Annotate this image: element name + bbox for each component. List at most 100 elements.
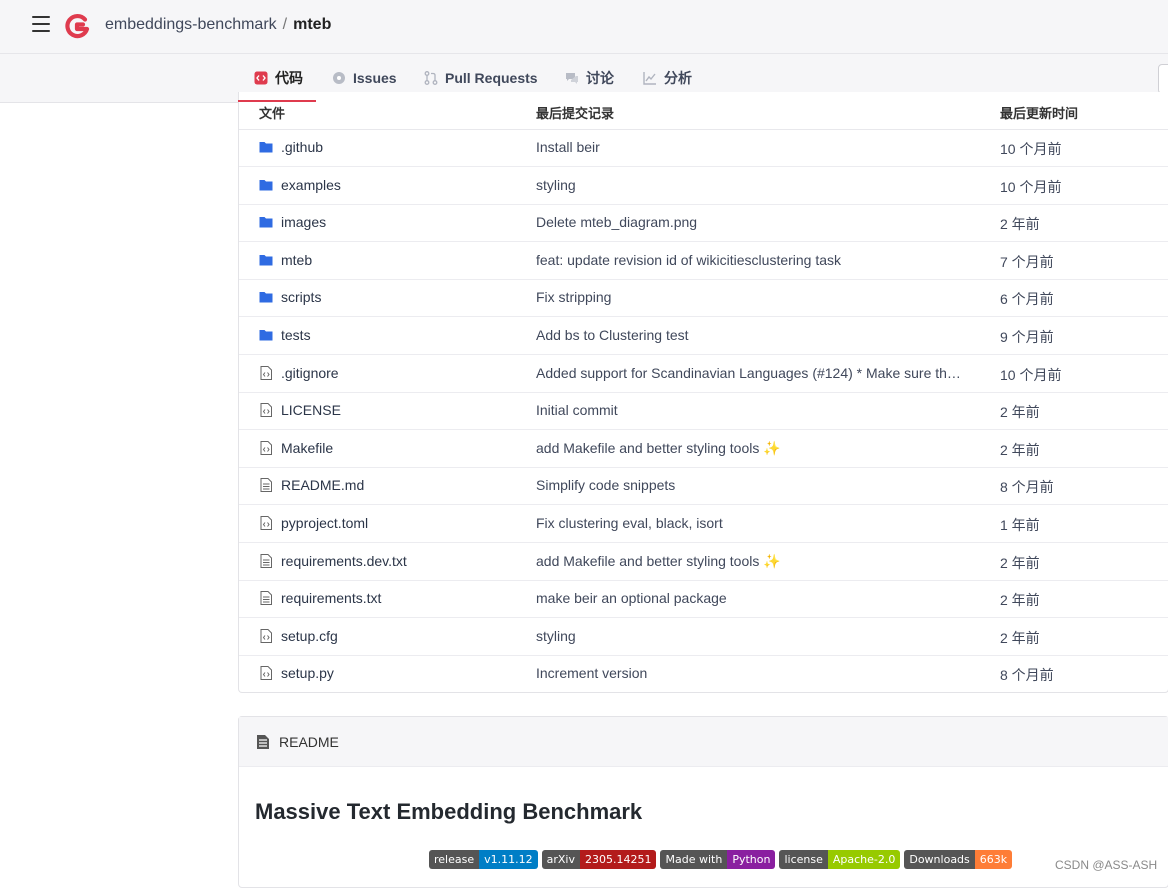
commit-message-link[interactable]: Install beir [536,139,600,155]
pull-request-icon [424,71,438,85]
commit-message-link[interactable]: Added support for Scandinavian Languages… [536,365,961,381]
updated-time: 2 年前 [1000,592,1040,609]
file-name-link[interactable]: mteb [259,252,312,268]
file-name-link[interactable]: .gitignore [259,365,339,381]
updated-time: 10 个月前 [1000,141,1062,157]
commit-message-link[interactable]: styling [536,628,576,644]
chart-icon [643,72,656,85]
updated-time: 8 个月前 [1000,667,1054,684]
file-name-link[interactable]: images [259,214,326,230]
folder-icon [259,140,273,154]
file-name-link[interactable]: README.md [259,477,364,493]
file-name-link[interactable]: Makefile [259,440,333,456]
folder-icon [259,178,273,192]
table-row[interactable]: scripts Fix stripping 6 个月前 [239,279,1168,318]
text-file-icon [259,478,273,493]
commit-message-link[interactable]: Increment version [536,665,647,681]
table-row[interactable]: pyproject.toml Fix clustering eval, black… [239,505,1168,543]
file-name: images [281,214,327,231]
tab-discussions-label: 讨论 [586,70,614,86]
file-name-link[interactable]: scripts [259,289,321,305]
table-row[interactable]: examples styling 10 个月前 [239,167,1168,205]
file-name: setup.py [281,665,334,682]
commit-message-link[interactable]: Initial commit [536,402,618,418]
top-header: embeddings-benchmark / mteb [0,0,1168,54]
file-name-link[interactable]: examples [259,177,341,193]
table-row[interactable]: README.md Simplify code snippets 8 个月前 [239,467,1168,506]
code-file-icon [259,666,273,681]
readme-badge[interactable]: arXiv 2305.14251 [541,850,657,869]
readme-badge[interactable]: release v1.11.12 [429,850,538,869]
commit-message-link[interactable]: Fix stripping [536,289,611,305]
readme-badge[interactable]: Downloads 663k [904,850,1013,869]
badge-value: 2305.14251 [580,850,657,869]
badge-value: Apache-2.0 [827,850,901,869]
readme-badge[interactable]: Made with Python [660,850,776,869]
file-name-link[interactable]: pyproject.toml [259,515,368,531]
file-name-link[interactable]: requirements.dev.txt [259,553,407,569]
readme-label: README [279,734,339,750]
commit-message-link[interactable]: add Makefile and better styling tools ✨ [536,553,781,570]
book-icon [257,735,269,749]
file-table: 文件 最后提交记录 最后更新时间 .github Install beir 10 个… [238,92,1168,693]
folder-icon [259,290,273,304]
code-file-icon [259,440,273,455]
menu-icon[interactable] [32,16,50,34]
breadcrumb-repo[interactable]: mteb [293,16,331,33]
commit-message-link[interactable]: Fix clustering eval, black, isort [536,515,723,531]
table-row[interactable]: mteb feat: update revision id of wikiciti… [239,242,1168,280]
table-row[interactable]: Makefile add Makefile and better styling … [239,430,1168,468]
badge-label: license [779,850,828,869]
commit-message-link[interactable]: feat: update revision id of wikicitiescl… [536,252,841,268]
table-row[interactable]: .github Install beir 10 个月前 [239,129,1168,167]
tab-issues-label: Issues [353,70,397,86]
code-file-icon [259,628,273,643]
folder-icon [259,253,273,267]
table-row[interactable]: setup.py Increment version 8 个月前 [239,655,1168,692]
breadcrumb-owner[interactable]: embeddings-benchmark [105,16,277,33]
file-name-link[interactable]: requirements.txt [259,590,381,606]
commit-message-link[interactable]: styling [536,177,576,193]
table-row[interactable]: requirements.dev.txt add Makefile and bet… [239,543,1168,581]
badge-label: Made with [660,850,728,869]
readme-title: Massive Text Embedding Benchmark [255,799,643,824]
file-name: pyproject.toml [281,515,369,531]
file-name: scripts [281,289,322,306]
table-row[interactable]: LICENSE Initial commit 2 年前 [239,392,1168,431]
code-file-icon [259,365,273,380]
file-name: LICENSE [281,402,341,419]
file-name-link[interactable]: tests [259,327,311,343]
updated-time: 9 个月前 [1000,329,1054,345]
table-row[interactable]: setup.cfg styling 2 年前 [239,618,1168,656]
badge-value: Python [727,850,776,869]
readme-header: README [239,717,1168,767]
badge-label: release [429,850,480,869]
table-row[interactable]: .gitignore Added support for Scandinavian… [239,355,1168,393]
code-file-icon [259,403,273,418]
tab-pull-requests-label: Pull Requests [445,70,538,86]
gitcode-logo-icon[interactable] [64,13,90,39]
file-name: requirements.txt [281,590,382,607]
text-file-icon [259,553,273,568]
table-row[interactable]: requirements.txt make beir an optional pa… [239,580,1168,619]
file-name-link[interactable]: LICENSE [259,402,341,418]
updated-time: 6 个月前 [1000,291,1054,308]
table-header: 文件 最后提交记录 最后更新时间 [239,92,1168,130]
file-name-link[interactable]: .github [259,139,323,155]
branch-selector-button[interactable] [1158,64,1168,94]
file-name-link[interactable]: setup.cfg [259,628,338,644]
table-row[interactable]: tests Add bs to Clustering test 9 个月前 [239,317,1168,355]
commit-message-link[interactable]: Simplify code snippets [536,477,675,493]
discussion-icon [566,73,578,84]
commit-message-link[interactable]: Delete mteb_diagram.png [536,214,697,230]
commit-message-link[interactable]: make beir an optional package [536,590,727,606]
file-name: Makefile [281,439,334,456]
commit-message-link[interactable]: add Makefile and better styling tools ✨ [536,440,781,457]
readme-badge[interactable]: license Apache-2.0 [779,850,901,869]
updated-time: 2 年前 [1000,554,1040,571]
folder-icon [259,328,273,342]
column-header-file: 文件 [259,106,286,121]
table-row[interactable]: images Delete mteb_diagram.png 2 年前 [239,204,1168,243]
file-name-link[interactable]: setup.py [259,665,334,681]
commit-message-link[interactable]: Add bs to Clustering test [536,327,689,343]
